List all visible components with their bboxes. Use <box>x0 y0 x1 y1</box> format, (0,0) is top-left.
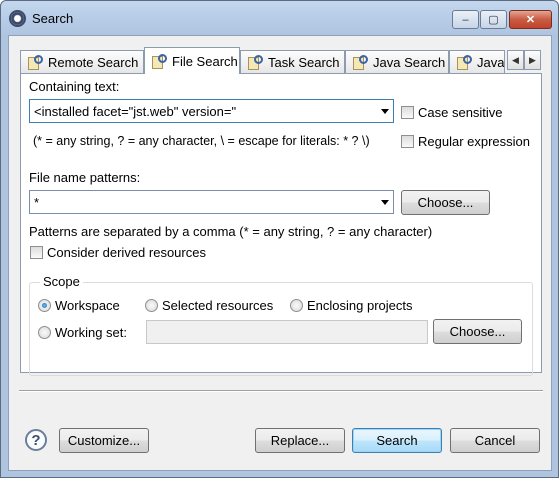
java-icon <box>455 54 472 70</box>
window-title: Search <box>32 11 74 26</box>
workspace-label: Workspace <box>55 298 120 313</box>
file-search-panel: Containing text: <installed facet="jst.w… <box>20 73 542 376</box>
radio-dot[interactable] <box>38 326 51 339</box>
file-name-patterns-label: File name patterns: <box>29 170 141 185</box>
search-dialog: Search – ▢ ✕ Remote Search File Search T… <box>0 0 559 478</box>
cancel-button[interactable]: Cancel <box>450 428 540 453</box>
containing-text-value: <installed facet="jst.web" version=" <box>34 103 237 119</box>
remote-search-icon <box>26 54 43 70</box>
tab-scroll-left-icon[interactable]: ◀ <box>507 50 524 70</box>
consider-derived-label: Consider derived resources <box>47 245 206 260</box>
tab-file-search[interactable]: File Search <box>144 47 240 74</box>
enclosing-projects-label: Enclosing projects <box>307 298 413 313</box>
tab-java[interactable]: Java <box>449 50 505 73</box>
scope-workspace-radio[interactable]: Workspace <box>38 298 120 313</box>
case-sensitive-checkbox[interactable]: Case sensitive <box>401 105 503 120</box>
chevron-down-icon[interactable] <box>381 109 389 114</box>
radio-dot[interactable] <box>290 299 303 312</box>
file-name-patterns-combo[interactable]: * <box>29 190 394 214</box>
tab-bar: Remote Search File Search Task Search Ja… <box>20 47 542 74</box>
containing-text-combo[interactable]: <installed facet="jst.web" version=" <box>29 99 394 123</box>
scope-selected-resources-radio[interactable]: Selected resources <box>145 298 273 313</box>
tab-label: Java Search <box>373 54 446 70</box>
tab-scroll-right-icon[interactable]: ▶ <box>524 50 541 70</box>
footer-separator <box>19 390 543 392</box>
file-name-patterns-hint: Patterns are separated by a comma (* = a… <box>29 224 433 239</box>
search-button[interactable]: Search <box>352 428 442 453</box>
task-search-icon <box>246 54 263 70</box>
tab-label: Java <box>477 54 505 70</box>
customize-button[interactable]: Customize... <box>59 428 149 453</box>
case-sensitive-label: Case sensitive <box>418 105 503 120</box>
scope-enclosing-projects-radio[interactable]: Enclosing projects <box>290 298 413 313</box>
tab-label: Task Search <box>268 54 340 70</box>
tab-label: File Search <box>172 53 238 69</box>
checkbox-box[interactable] <box>401 135 414 148</box>
working-set-field[interactable] <box>146 320 428 344</box>
title-bar[interactable]: Search – ▢ ✕ <box>1 1 558 35</box>
tab-java-search[interactable]: Java Search <box>345 50 449 73</box>
radio-dot[interactable] <box>38 299 51 312</box>
java-search-icon <box>351 54 368 70</box>
radio-dot[interactable] <box>145 299 158 312</box>
help-icon[interactable]: ? <box>25 429 47 451</box>
checkbox-box[interactable] <box>30 246 43 259</box>
choose-file-patterns-button[interactable]: Choose... <box>401 190 490 215</box>
minimize-button[interactable]: – <box>452 10 479 29</box>
replace-button[interactable]: Replace... <box>255 428 345 453</box>
choose-working-set-button[interactable]: Choose... <box>433 319 522 344</box>
working-set-label: Working set: <box>55 325 128 340</box>
checkbox-box[interactable] <box>401 106 414 119</box>
consider-derived-checkbox[interactable]: Consider derived resources <box>30 245 206 260</box>
containing-text-label: Containing text: <box>29 79 120 94</box>
tab-task-search[interactable]: Task Search <box>240 50 345 73</box>
tab-scroll-arrows: ◀ ▶ <box>507 50 541 70</box>
maximize-button[interactable]: ▢ <box>480 10 507 29</box>
scope-working-set-radio[interactable]: Working set: <box>38 325 127 340</box>
chevron-down-icon[interactable] <box>381 200 389 205</box>
file-search-icon <box>150 53 167 69</box>
regular-expression-label: Regular expression <box>418 134 531 149</box>
regular-expression-checkbox[interactable]: Regular expression <box>401 134 530 149</box>
dialog-client-area: Remote Search File Search Task Search Ja… <box>8 35 552 471</box>
scope-title: Scope <box>40 274 83 289</box>
scope-group: Scope Workspace Selected resources Enclo… <box>29 274 533 376</box>
close-button[interactable]: ✕ <box>509 10 552 29</box>
containing-text-hint: (* = any string, ? = any character, \ = … <box>33 134 370 148</box>
tab-remote-search[interactable]: Remote Search <box>20 50 144 73</box>
tab-label: Remote Search <box>48 54 139 70</box>
file-name-patterns-value: * <box>34 194 40 210</box>
selected-resources-label: Selected resources <box>162 298 274 313</box>
search-app-icon <box>9 10 26 27</box>
